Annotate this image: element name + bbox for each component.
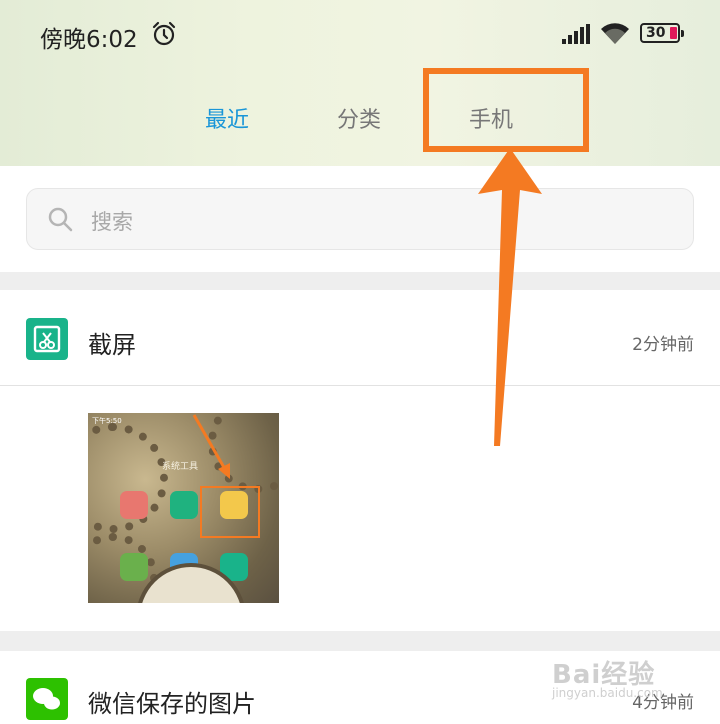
wechat-logo-icon [33, 688, 60, 710]
section-time-screenshots: 2分钟前 [632, 335, 694, 355]
tab-category[interactable]: 分类 [337, 102, 381, 134]
battery-level: 30 [646, 25, 666, 41]
thumb-contacts-icon [120, 491, 148, 519]
section-divider [0, 272, 720, 290]
battery-fill [670, 27, 677, 39]
battery-icon: 30 [640, 23, 684, 43]
alarm-icon [152, 21, 176, 46]
status-time: 傍晚6:02 [40, 27, 138, 53]
battery-nub [681, 30, 684, 37]
screenshot-icon [26, 318, 68, 360]
wechat-icon [26, 678, 68, 720]
search-input[interactable]: 搜索 [91, 206, 133, 236]
status-bar: 傍晚6:02 30 [0, 0, 720, 70]
search-icon [48, 207, 73, 232]
thumb-status-time: 下午5:50 [92, 417, 122, 425]
scissors-icon [33, 325, 61, 353]
section-divider [0, 631, 720, 651]
signal-icon [562, 24, 590, 44]
tab-recent[interactable]: 最近 [205, 102, 249, 134]
thumb-calculator-icon [170, 491, 198, 519]
search-bar[interactable]: 搜索 [26, 188, 694, 250]
thumb-annotation-box [200, 486, 260, 538]
thumb-app-icon [120, 553, 148, 581]
thumb-annotation-arrow [192, 414, 230, 479]
screenshot-thumbnail[interactable]: 下午5:50 系统工具 [88, 413, 279, 603]
wifi-icon [601, 23, 629, 44]
row-separator [0, 385, 720, 386]
watermark-url: jingyan.baidu.com [552, 686, 663, 700]
section-title-wechat[interactable]: 微信保存的图片 [88, 684, 256, 719]
section-title-screenshots[interactable]: 截屏 [88, 325, 136, 360]
annotation-arrow-icon [478, 148, 542, 446]
